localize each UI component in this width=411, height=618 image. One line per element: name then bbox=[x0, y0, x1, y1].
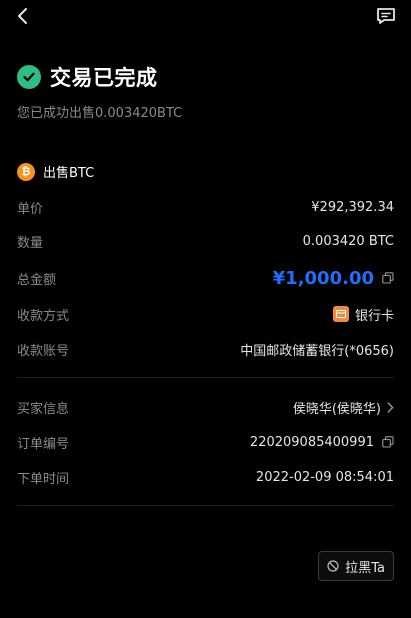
total-value-group: ¥1,000.00 bbox=[273, 268, 394, 289]
message-icon bbox=[377, 8, 395, 24]
message-button[interactable] bbox=[375, 5, 397, 27]
account-label: 收款账号 bbox=[17, 343, 70, 359]
unit-price-row: 单价 ¥292,392.34 bbox=[17, 196, 394, 218]
buyer-row[interactable]: 买家信息 侯晓华(侯晓华) bbox=[17, 396, 394, 418]
chevron-right-icon bbox=[387, 401, 394, 413]
status-header: 交易已完成 bbox=[17, 62, 158, 92]
order-id-value-group: 220209085400991 bbox=[250, 435, 394, 450]
account-row: 收款账号 中国邮政储蓄银行(*0656) bbox=[17, 338, 394, 360]
quantity-label: 数量 bbox=[17, 235, 44, 251]
quantity-value: 0.003420 BTC bbox=[302, 233, 394, 249]
block-user-label: 拉黑Ta bbox=[345, 560, 385, 576]
order-time-row: 下单时间 2022-02-09 08:54:01 bbox=[17, 466, 394, 488]
order-time-value: 2022-02-09 08:54:01 bbox=[255, 469, 394, 485]
copy-icon[interactable] bbox=[382, 436, 394, 448]
payment-method-value-group: 银行卡 bbox=[332, 305, 394, 324]
buyer-value-group[interactable]: 侯晓华(侯晓华) bbox=[293, 398, 394, 417]
status-title: 交易已完成 bbox=[50, 66, 158, 90]
back-button[interactable] bbox=[12, 5, 34, 27]
unit-price-value: ¥292,392.34 bbox=[311, 199, 394, 215]
block-user-button[interactable]: 拉黑Ta bbox=[318, 551, 394, 581]
account-value: 中国邮政储蓄银行(*0656) bbox=[240, 343, 394, 359]
top-bar bbox=[0, 0, 411, 34]
total-label: 总金额 bbox=[17, 272, 57, 288]
buyer-label: 买家信息 bbox=[17, 401, 70, 417]
unit-price-label: 单价 bbox=[17, 201, 44, 217]
quantity-row: 数量 0.003420 BTC bbox=[17, 230, 394, 252]
bank-card-icon bbox=[332, 306, 349, 322]
asset-header: ₿ 出售BTC bbox=[17, 162, 94, 181]
ban-icon bbox=[327, 560, 339, 572]
payment-method-value: 银行卡 bbox=[354, 308, 394, 324]
copy-icon[interactable] bbox=[382, 272, 394, 284]
order-id-label: 订单编号 bbox=[17, 436, 70, 452]
status-subtitle: 您已成功出售0.003420BTC bbox=[17, 106, 183, 121]
order-id-value: 220209085400991 bbox=[249, 434, 374, 450]
payment-method-row: 收款方式 银行卡 bbox=[17, 303, 394, 325]
total-value: ¥1,000.00 bbox=[272, 267, 374, 289]
btc-coin-icon: ₿ bbox=[17, 162, 35, 181]
divider bbox=[17, 377, 394, 378]
order-time-label: 下单时间 bbox=[17, 471, 70, 487]
total-row: 总金额 ¥1,000.00 bbox=[17, 265, 394, 291]
buyer-value: 侯晓华(侯晓华) bbox=[292, 401, 381, 417]
payment-method-label: 收款方式 bbox=[17, 308, 70, 324]
chevron-left-icon bbox=[18, 8, 27, 24]
asset-title: 出售BTC bbox=[43, 166, 95, 181]
divider bbox=[17, 505, 394, 506]
order-id-row: 订单编号 220209085400991 bbox=[17, 431, 394, 453]
check-circle-icon bbox=[17, 65, 41, 89]
